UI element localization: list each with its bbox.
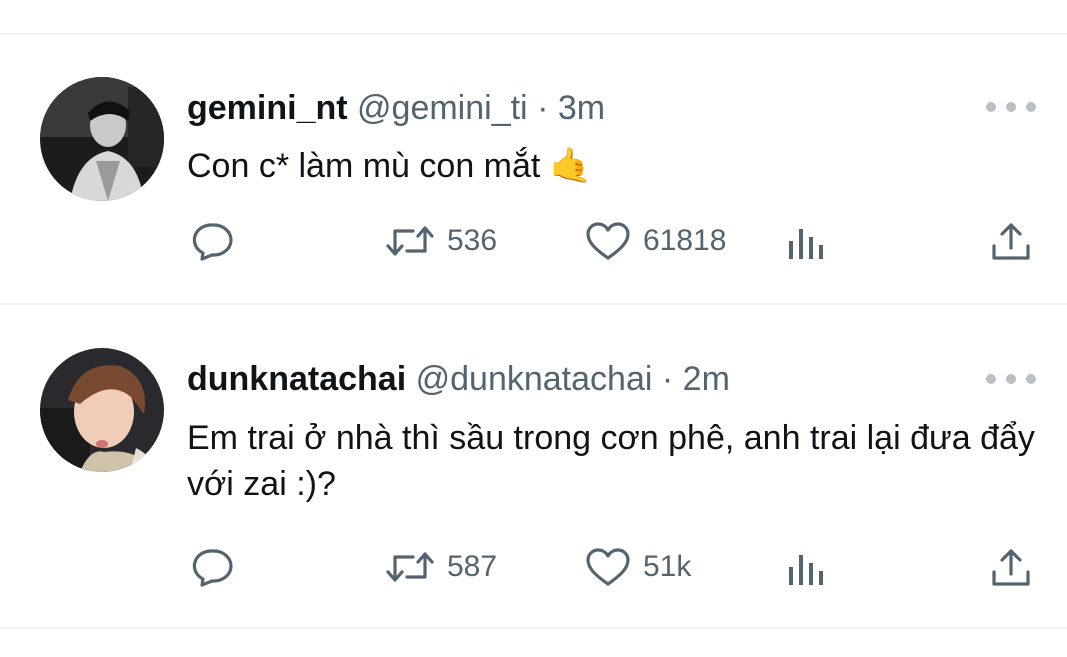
user-handle[interactable]: @gemini_ti [357,89,528,127]
timestamp[interactable]: 2m [683,360,730,398]
retweet-count: 587 [447,550,498,583]
heart-icon [586,222,630,260]
separator: · [537,89,549,127]
share-icon [992,223,1030,260]
avatar[interactable] [40,348,164,472]
retweet-icon [386,552,434,582]
tweet-body: Con c* làm mù con mắt [187,147,541,185]
share-button[interactable] [990,221,1032,263]
call-me-hand-emoji: 🤙 [549,146,593,186]
timestamp[interactable]: 3m [558,89,605,127]
reply-button[interactable] [190,547,234,587]
retweet-button[interactable]: 587 [385,547,497,587]
separator: · [661,360,674,398]
tweet-2[interactable]: dunknatachai @dunknatachai · 2m Em trai … [0,305,1067,625]
like-count: 61818 [643,224,727,257]
reply-button[interactable] [190,221,234,261]
bottom-divider [0,627,1067,629]
avatar[interactable] [40,77,164,201]
tweet-text: Em trai ở nhà thì sầu trong cơn phê, anh… [187,415,1047,507]
tweet-header: gemini_nt @gemini_ti · 3m [187,88,605,128]
user-handle[interactable]: @dunknatachai [416,360,653,398]
views-icon [789,555,823,585]
like-button[interactable]: 51k [585,547,691,587]
like-count: 51k [643,550,692,583]
display-name[interactable]: dunknatachai [187,360,406,398]
heart-icon [586,548,630,586]
views-button[interactable] [787,547,827,587]
reply-icon [192,223,233,261]
retweet-count: 536 [447,224,498,257]
retweet-icon [386,226,434,256]
tweet-text: Con c* làm mù con mắt 🤙 [187,143,1047,189]
tweet-1[interactable]: gemini_nt @gemini_ti · 3m Con c* làm mù … [0,0,1067,305]
share-button[interactable] [990,547,1032,589]
more-icon[interactable] [986,100,1038,114]
display-name[interactable]: gemini_nt [187,89,348,127]
more-icon[interactable] [986,372,1038,386]
tweet-header: dunknatachai @dunknatachai · 2m [187,359,730,399]
retweet-button[interactable]: 536 [385,221,497,261]
like-button[interactable]: 61818 [585,221,726,261]
share-icon [992,549,1030,586]
views-icon [789,229,823,259]
tweet-body: Em trai ở nhà thì sầu trong cơn phê, anh… [187,419,1035,503]
views-button[interactable] [787,221,827,261]
reply-icon [192,549,233,587]
